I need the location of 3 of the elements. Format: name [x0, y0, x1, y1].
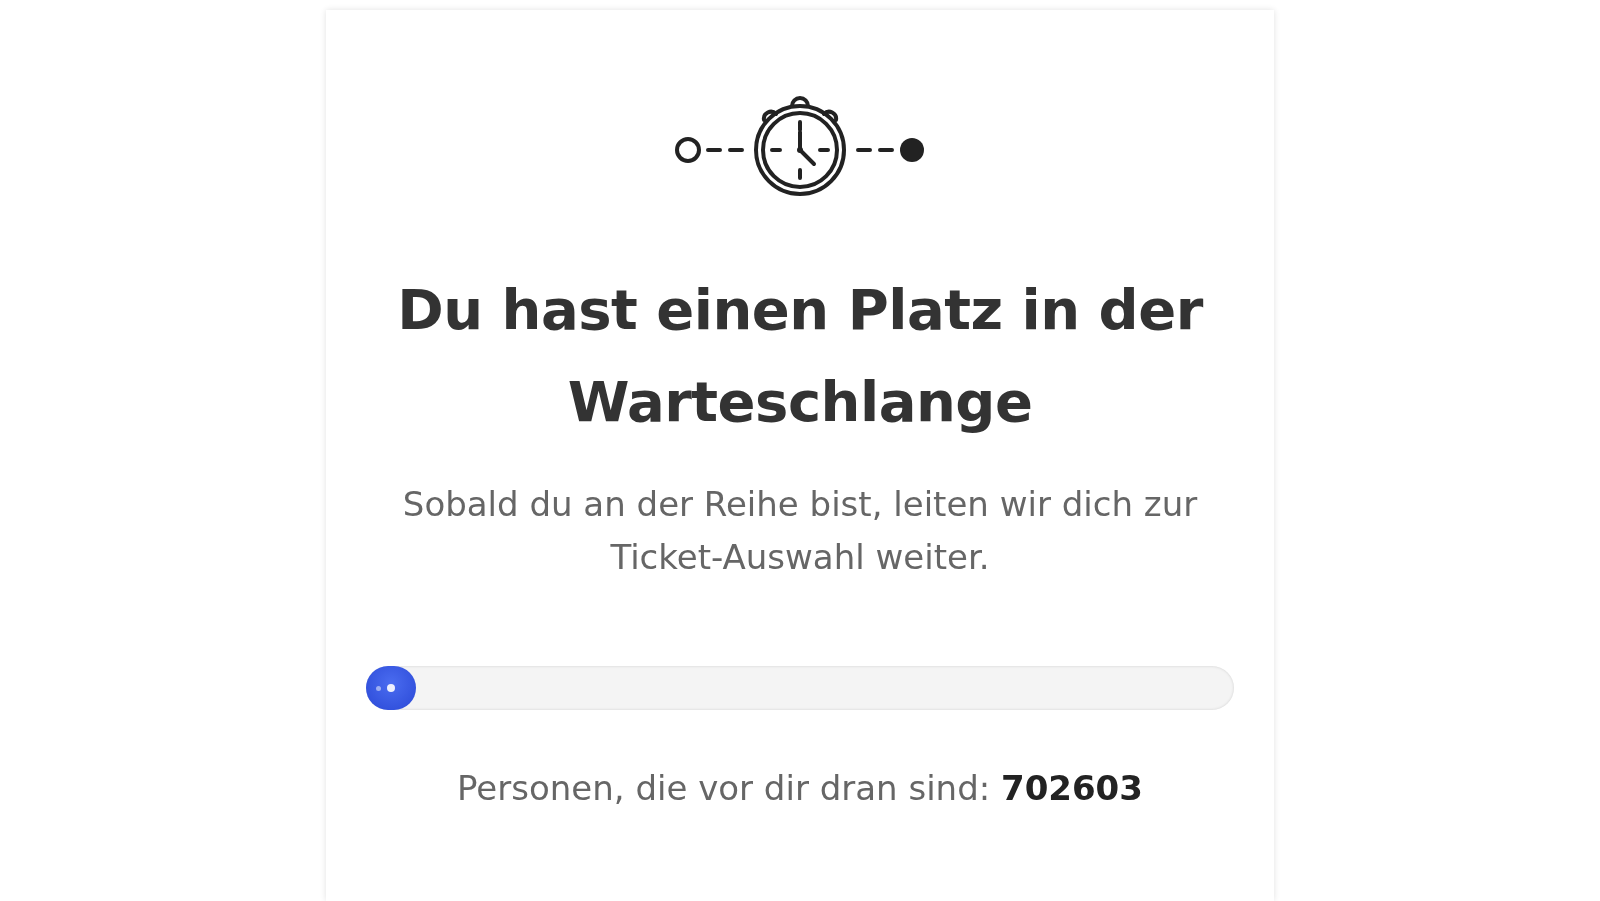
redirect-message: Sobald du an der Reihe bist, leiten wir dich zur Ticket-Auswahl weiter. — [401, 483, 1199, 579]
queue-heading: Du hast einen Platz in der Warteschlange — [396, 276, 1205, 436]
queue-count-text: Personen, die vor dir dran sind: 702603 — [457, 768, 1143, 808]
